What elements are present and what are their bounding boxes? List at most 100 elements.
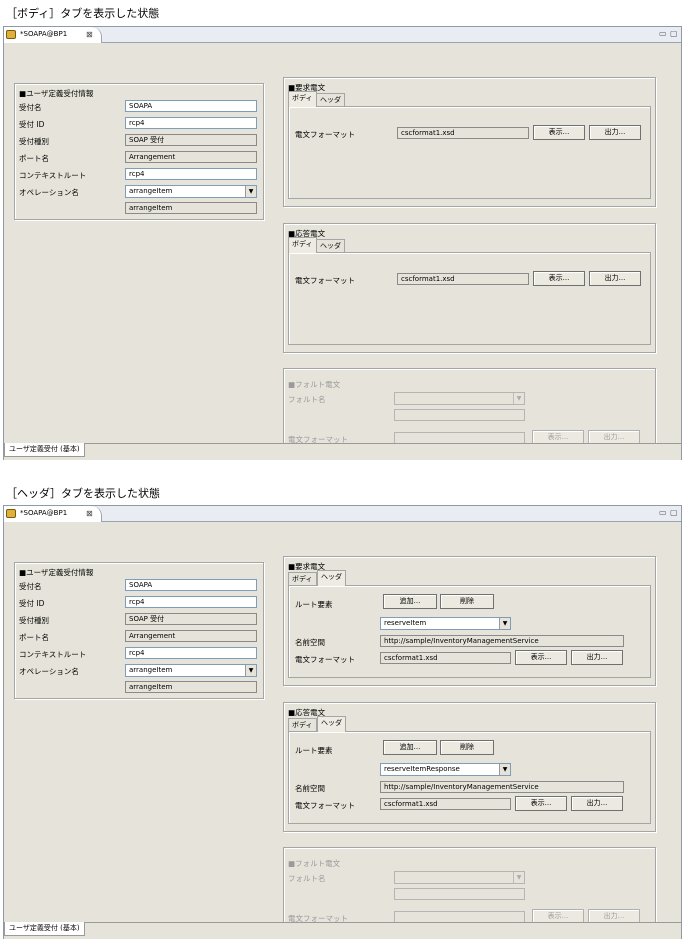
request-group: ■要求電文 ボディ ヘッダ 電文フォーマット cscformat1.xsd 表示… [283,77,656,207]
response-body-panel: 電文フォーマット cscformat1.xsd 表示... 出力... [288,252,651,345]
request-format-label: 電文フォーマット [295,130,355,139]
maximize-icon[interactable]: ▢ [670,29,678,38]
port-name-label: ポート名 [19,633,49,642]
receipt-name-label: 受付名 [19,582,42,591]
close-icon[interactable]: ⊠ [86,27,93,42]
receipt-name-field[interactable]: SOAPA [125,579,257,591]
request-root-combo[interactable]: reserveItem ▼ [380,617,511,630]
caption-body-tab: ［ボディ］タブを表示した状態 [6,7,160,20]
editor-tab[interactable]: *SOAPA@BP1 ⊠ [4,27,102,43]
fault-group: ■フォルト電文 フォルト名 ▼ 電文フォーマット 表示... 出力... [283,368,656,454]
fault-title: ■フォルト電文 [288,859,341,868]
context-root-field[interactable]: rcp4 [125,168,257,180]
operation-combo[interactable]: arrangeItem ▼ [125,664,257,677]
minimize-icon[interactable]: ▭ [659,29,667,38]
receipt-name-field[interactable]: SOAPA [125,100,257,112]
request-delete-button[interactable]: 削除 [440,594,494,609]
request-tab-header[interactable]: ヘッダ [316,93,345,107]
close-icon[interactable]: ⊠ [86,506,93,521]
response-namespace-field: http://sample/InventoryManagementService [380,781,624,793]
chevron-down-icon[interactable]: ▼ [499,618,510,629]
bottom-tab-basic[interactable]: ユーザ定義受付 (基本) [4,443,85,457]
fault-name-combo: ▼ [394,871,525,884]
fault-name-label: フォルト名 [288,874,326,883]
operation-name-label: オペレーション名 [19,667,79,676]
operation-combo[interactable]: arrangeItem ▼ [125,185,257,198]
fault-name-combo: ▼ [394,392,525,405]
receipt-type-field: SOAP 受付 [125,134,257,146]
request-format-field: cscformat1.xsd [397,127,529,139]
context-root-label: コンテキストルート [19,650,87,659]
request-group: ■要求電文 ボディ ヘッダ ルート要素 追加... 削除 reserveItem… [283,556,656,686]
request-output-button[interactable]: 出力... [571,650,623,665]
response-format-field: cscformat1.xsd [380,798,511,810]
port-name-label: ポート名 [19,154,49,163]
response-output-button[interactable]: 出力... [589,271,641,286]
chevron-down-icon[interactable]: ▼ [245,665,256,676]
bottom-tab-bar: ユーザ定義受付 (基本) [4,443,681,460]
response-format-field: cscformat1.xsd [397,273,529,285]
editor-file-icon [6,30,16,39]
request-namespace-field: http://sample/InventoryManagementService [380,635,624,647]
request-show-button[interactable]: 表示... [515,650,567,665]
request-format-label: 電文フォーマット [295,655,355,664]
user-info-title: ■ユーザ定義受付情報 [19,568,94,577]
user-info-title: ■ユーザ定義受付情報 [19,89,94,98]
request-format-field: cscformat1.xsd [380,652,511,664]
response-group: ■応答電文 ボディ ヘッダ ルート要素 追加... 削除 reserveItem… [283,702,656,832]
fault-sub-field [394,888,525,900]
editor-window-header: *SOAPA@BP1 ⊠ ▭ ▢ ■ユーザ定義受付情報 受付名 SOAPA 受付… [3,505,682,939]
caption-header-tab: ［ヘッダ］タブを表示した状態 [6,487,160,500]
request-output-button[interactable]: 出力... [589,125,641,140]
receipt-type-label: 受付種別 [19,137,49,146]
context-root-field[interactable]: rcp4 [125,647,257,659]
chevron-down-icon[interactable]: ▼ [499,764,510,775]
editor-tab-title: *SOAPA@BP1 [20,509,68,517]
port-name-field: Arrangement [125,630,257,642]
response-show-button[interactable]: 表示... [515,796,567,811]
response-output-button[interactable]: 出力... [571,796,623,811]
response-tab-header[interactable]: ヘッダ [317,716,346,732]
editor-content: ■ユーザ定義受付情報 受付名 SOAPA 受付 ID rcp4 受付種別 SOA… [4,523,681,933]
operation-sub-field: arrangeItem [125,202,257,214]
response-tab-body[interactable]: ボディ [288,237,317,253]
receipt-id-label: 受付 ID [19,120,45,129]
receipt-id-label: 受付 ID [19,599,45,608]
bottom-tab-basic[interactable]: ユーザ定義受付 (基本) [4,922,85,936]
bottom-tab-bar: ユーザ定義受付 (基本) [4,922,681,939]
chevron-down-icon: ▼ [513,872,524,883]
minimize-icon[interactable]: ▭ [659,508,667,517]
chevron-down-icon: ▼ [513,393,524,404]
request-header-panel: ルート要素 追加... 削除 reserveItem ▼ 名前空間 http:/… [288,585,651,678]
editor-tab[interactable]: *SOAPA@BP1 ⊠ [4,506,102,522]
editor-tab-bar: *SOAPA@BP1 ⊠ ▭ ▢ [4,506,681,522]
response-root-label: ルート要素 [295,746,333,755]
port-name-field: Arrangement [125,151,257,163]
receipt-id-field[interactable]: rcp4 [125,596,257,608]
response-header-panel: ルート要素 追加... 削除 reserveItemResponse ▼ 名前空… [288,731,651,824]
response-delete-button[interactable]: 削除 [440,740,494,755]
response-tab-header[interactable]: ヘッダ [316,239,345,253]
fault-title: ■フォルト電文 [288,380,341,389]
response-format-label: 電文フォーマット [295,276,355,285]
request-root-label: ルート要素 [295,600,333,609]
response-tab-body[interactable]: ボディ [288,718,317,732]
maximize-icon[interactable]: ▢ [670,508,678,517]
request-add-button[interactable]: 追加... [383,594,437,609]
request-tab-header[interactable]: ヘッダ [317,570,346,586]
response-add-button[interactable]: 追加... [383,740,437,755]
chevron-down-icon[interactable]: ▼ [245,186,256,197]
request-tab-body[interactable]: ボディ [288,91,317,107]
receipt-id-field[interactable]: rcp4 [125,117,257,129]
request-root-value: reserveItem [384,619,427,627]
receipt-type-label: 受付種別 [19,616,49,625]
request-tab-body[interactable]: ボディ [288,572,317,586]
context-root-label: コンテキストルート [19,171,87,180]
request-show-button[interactable]: 表示... [533,125,585,140]
response-show-button[interactable]: 表示... [533,271,585,286]
response-root-combo[interactable]: reserveItemResponse ▼ [380,763,511,776]
editor-tab-bar: *SOAPA@BP1 ⊠ ▭ ▢ [4,27,681,43]
user-info-group: ■ユーザ定義受付情報 受付名 SOAPA 受付 ID rcp4 受付種別 SOA… [14,562,264,699]
request-body-panel: 電文フォーマット cscformat1.xsd 表示... 出力... [288,106,651,199]
fault-sub-field [394,409,525,421]
